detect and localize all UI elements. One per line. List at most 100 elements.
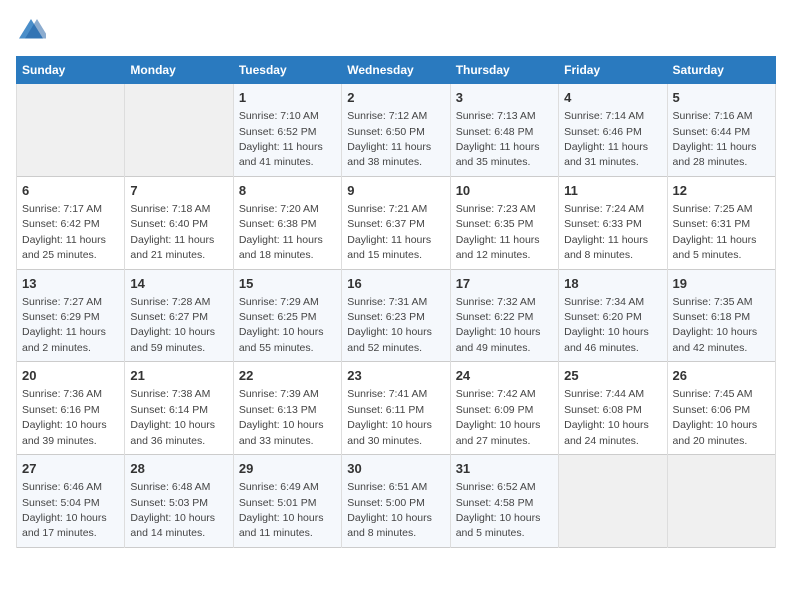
- week-row-4: 27 Sunrise: 6:46 AM Sunset: 5:04 PM Dayli…: [17, 455, 776, 548]
- day-info: Sunrise: 6:46 AM Sunset: 5:04 PM Dayligh…: [22, 481, 107, 539]
- calendar-cell: 18 Sunrise: 7:34 AM Sunset: 6:20 PM Dayli…: [559, 269, 667, 362]
- calendar-cell: 27 Sunrise: 6:46 AM Sunset: 5:04 PM Dayli…: [17, 455, 125, 548]
- calendar-cell: 1 Sunrise: 7:10 AM Sunset: 6:52 PM Daylig…: [233, 84, 341, 177]
- day-number: 29: [239, 460, 336, 478]
- week-row-3: 20 Sunrise: 7:36 AM Sunset: 6:16 PM Dayli…: [17, 362, 776, 455]
- day-info: Sunrise: 7:44 AM Sunset: 6:08 PM Dayligh…: [564, 388, 649, 446]
- calendar-cell: 25 Sunrise: 7:44 AM Sunset: 6:08 PM Dayli…: [559, 362, 667, 455]
- logo-icon: [16, 16, 46, 46]
- day-info: Sunrise: 7:13 AM Sunset: 6:48 PM Dayligh…: [456, 110, 540, 168]
- day-info: Sunrise: 7:28 AM Sunset: 6:27 PM Dayligh…: [130, 296, 215, 354]
- day-info: Sunrise: 7:34 AM Sunset: 6:20 PM Dayligh…: [564, 296, 649, 354]
- calendar-cell: 22 Sunrise: 7:39 AM Sunset: 6:13 PM Dayli…: [233, 362, 341, 455]
- calendar-cell: 14 Sunrise: 7:28 AM Sunset: 6:27 PM Dayli…: [125, 269, 233, 362]
- calendar-cell: 11 Sunrise: 7:24 AM Sunset: 6:33 PM Dayli…: [559, 176, 667, 269]
- calendar-cell: 23Sunrise: 7:41 AM Sunset: 6:11 PM Dayli…: [342, 362, 450, 455]
- week-row-2: 13 Sunrise: 7:27 AM Sunset: 6:29 PM Dayli…: [17, 269, 776, 362]
- calendar-cell: [17, 84, 125, 177]
- day-number: 3: [456, 89, 553, 107]
- day-number: 5: [673, 89, 770, 107]
- calendar-cell: 4Sunrise: 7:14 AM Sunset: 6:46 PM Daylig…: [559, 84, 667, 177]
- day-number: 15: [239, 275, 336, 293]
- calendar-cell: 10 Sunrise: 7:23 AM Sunset: 6:35 PM Dayli…: [450, 176, 558, 269]
- day-info: Sunrise: 7:16 AM Sunset: 6:44 PM Dayligh…: [673, 110, 757, 168]
- day-info: Sunrise: 7:25 AM Sunset: 6:31 PM Dayligh…: [673, 203, 757, 261]
- day-info: Sunrise: 6:48 AM Sunset: 5:03 PM Dayligh…: [130, 481, 215, 539]
- calendar-cell: 24 Sunrise: 7:42 AM Sunset: 6:09 PM Dayli…: [450, 362, 558, 455]
- day-number: 7: [130, 182, 227, 200]
- day-info: Sunrise: 6:49 AM Sunset: 5:01 PM Dayligh…: [239, 481, 324, 539]
- calendar-cell: [667, 455, 775, 548]
- day-info: Sunrise: 7:38 AM Sunset: 6:14 PM Dayligh…: [130, 388, 215, 446]
- calendar-cell: 19 Sunrise: 7:35 AM Sunset: 6:18 PM Dayli…: [667, 269, 775, 362]
- day-info: Sunrise: 7:10 AM Sunset: 6:52 PM Dayligh…: [239, 110, 323, 168]
- day-number: 11: [564, 182, 661, 200]
- calendar-cell: [559, 455, 667, 548]
- day-header-tuesday: Tuesday: [233, 57, 341, 84]
- calendar-cell: 21 Sunrise: 7:38 AM Sunset: 6:14 PM Dayli…: [125, 362, 233, 455]
- day-number: 28: [130, 460, 227, 478]
- day-number: 13: [22, 275, 119, 293]
- day-info: Sunrise: 6:51 AM Sunset: 5:00 PM Dayligh…: [347, 481, 432, 539]
- calendar-cell: 2 Sunrise: 7:12 AM Sunset: 6:50 PM Daylig…: [342, 84, 450, 177]
- day-info: Sunrise: 7:39 AM Sunset: 6:13 PM Dayligh…: [239, 388, 324, 446]
- calendar-cell: 17Sunrise: 7:32 AM Sunset: 6:22 PM Dayli…: [450, 269, 558, 362]
- day-number: 9: [347, 182, 444, 200]
- day-number: 30: [347, 460, 444, 478]
- day-info: Sunrise: 7:31 AM Sunset: 6:23 PM Dayligh…: [347, 296, 432, 354]
- day-header-sunday: Sunday: [17, 57, 125, 84]
- day-number: 26: [673, 367, 770, 385]
- day-header-thursday: Thursday: [450, 57, 558, 84]
- day-number: 1: [239, 89, 336, 107]
- logo: [16, 16, 50, 46]
- calendar-cell: 29 Sunrise: 6:49 AM Sunset: 5:01 PM Dayli…: [233, 455, 341, 548]
- day-number: 18: [564, 275, 661, 293]
- calendar-cell: 3 Sunrise: 7:13 AM Sunset: 6:48 PM Daylig…: [450, 84, 558, 177]
- day-number: 14: [130, 275, 227, 293]
- day-info: Sunrise: 7:42 AM Sunset: 6:09 PM Dayligh…: [456, 388, 541, 446]
- day-info: Sunrise: 7:24 AM Sunset: 6:33 PM Dayligh…: [564, 203, 648, 261]
- day-number: 10: [456, 182, 553, 200]
- day-number: 16: [347, 275, 444, 293]
- day-info: Sunrise: 7:18 AM Sunset: 6:40 PM Dayligh…: [130, 203, 214, 261]
- day-info: Sunrise: 7:21 AM Sunset: 6:37 PM Dayligh…: [347, 203, 431, 261]
- day-number: 24: [456, 367, 553, 385]
- day-header-monday: Monday: [125, 57, 233, 84]
- calendar-cell: 13 Sunrise: 7:27 AM Sunset: 6:29 PM Dayli…: [17, 269, 125, 362]
- day-header-saturday: Saturday: [667, 57, 775, 84]
- day-number: 12: [673, 182, 770, 200]
- day-number: 31: [456, 460, 553, 478]
- calendar-cell: 31Sunrise: 6:52 AM Sunset: 4:58 PM Dayli…: [450, 455, 558, 548]
- header-row: SundayMondayTuesdayWednesdayThursdayFrid…: [17, 57, 776, 84]
- day-number: 20: [22, 367, 119, 385]
- day-info: Sunrise: 7:27 AM Sunset: 6:29 PM Dayligh…: [22, 296, 106, 354]
- calendar-cell: 20 Sunrise: 7:36 AM Sunset: 6:16 PM Dayli…: [17, 362, 125, 455]
- day-number: 25: [564, 367, 661, 385]
- day-number: 22: [239, 367, 336, 385]
- day-info: Sunrise: 7:20 AM Sunset: 6:38 PM Dayligh…: [239, 203, 323, 261]
- calendar-cell: 5 Sunrise: 7:16 AM Sunset: 6:44 PM Daylig…: [667, 84, 775, 177]
- calendar-cell: 12 Sunrise: 7:25 AM Sunset: 6:31 PM Dayli…: [667, 176, 775, 269]
- day-info: Sunrise: 7:29 AM Sunset: 6:25 PM Dayligh…: [239, 296, 324, 354]
- week-row-0: 1 Sunrise: 7:10 AM Sunset: 6:52 PM Daylig…: [17, 84, 776, 177]
- day-info: Sunrise: 7:32 AM Sunset: 6:22 PM Dayligh…: [456, 296, 541, 354]
- day-info: Sunrise: 7:35 AM Sunset: 6:18 PM Dayligh…: [673, 296, 758, 354]
- day-number: 8: [239, 182, 336, 200]
- calendar-cell: 8 Sunrise: 7:20 AM Sunset: 6:38 PM Daylig…: [233, 176, 341, 269]
- day-number: 2: [347, 89, 444, 107]
- day-number: 6: [22, 182, 119, 200]
- day-number: 19: [673, 275, 770, 293]
- page-header: [16, 16, 776, 46]
- day-info: Sunrise: 7:17 AM Sunset: 6:42 PM Dayligh…: [22, 203, 106, 261]
- calendar-cell: 15 Sunrise: 7:29 AM Sunset: 6:25 PM Dayli…: [233, 269, 341, 362]
- day-info: Sunrise: 7:23 AM Sunset: 6:35 PM Dayligh…: [456, 203, 540, 261]
- day-header-friday: Friday: [559, 57, 667, 84]
- calendar-table: SundayMondayTuesdayWednesdayThursdayFrid…: [16, 56, 776, 548]
- day-info: Sunrise: 7:45 AM Sunset: 6:06 PM Dayligh…: [673, 388, 758, 446]
- day-number: 21: [130, 367, 227, 385]
- day-number: 27: [22, 460, 119, 478]
- calendar-cell: 7 Sunrise: 7:18 AM Sunset: 6:40 PM Daylig…: [125, 176, 233, 269]
- day-info: Sunrise: 7:36 AM Sunset: 6:16 PM Dayligh…: [22, 388, 107, 446]
- day-info: Sunrise: 7:12 AM Sunset: 6:50 PM Dayligh…: [347, 110, 431, 168]
- calendar-cell: 26 Sunrise: 7:45 AM Sunset: 6:06 PM Dayli…: [667, 362, 775, 455]
